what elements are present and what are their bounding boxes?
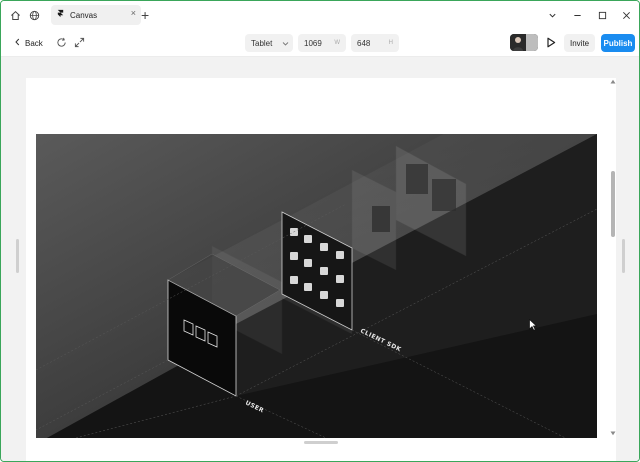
close-window-button[interactable] [617,6,635,24]
tab-canvas[interactable]: Canvas × [51,5,141,25]
back-button[interactable]: Back [9,34,48,52]
tab-list-chevron-icon[interactable] [543,6,561,24]
bottom-resize-handle[interactable] [304,441,338,444]
minimize-button[interactable] [568,6,586,24]
refresh-icon[interactable] [54,35,68,49]
height-value: 648 [357,38,371,48]
collaborator-avatars[interactable] [510,34,538,51]
canvas-page[interactable]: USER CLIENT SDK [26,78,616,461]
avatar [510,34,526,51]
width-value: 1069 [304,38,322,48]
back-label: Back [25,38,43,48]
chevron-down-icon [282,40,289,49]
height-suffix: H [388,40,393,46]
right-resize-handle[interactable] [622,239,625,273]
width-suffix: W [334,40,340,46]
globe-icon[interactable] [25,6,43,24]
title-bar: Canvas × + [1,1,639,29]
tab-label: Canvas [70,10,98,20]
avatar [526,34,538,51]
device-select-value: Tablet [251,38,273,48]
canvas-area[interactable]: USER CLIENT SDK [1,57,639,461]
invite-button[interactable]: Invite [564,34,596,52]
tab-close-button[interactable]: × [131,8,136,18]
scroll-up-icon[interactable] [609,79,617,86]
figma-logo-icon [56,9,65,21]
scroll-thumb[interactable] [611,171,615,237]
vertical-scrollbar[interactable] [609,79,617,439]
app-window: Canvas × + Back Tablet 1069 W 648 H Invi… [0,0,640,462]
home-icon[interactable] [6,6,24,24]
maximize-button[interactable] [593,6,611,24]
editor-toolbar: Back Tablet 1069 W 648 H Invite Publish [1,29,639,57]
chevron-left-icon [14,38,21,48]
new-tab-button[interactable]: + [141,6,149,24]
left-resize-handle[interactable] [16,239,19,273]
height-field[interactable]: 648 H [351,34,399,52]
isometric-illustration: USER CLIENT SDK [36,134,597,438]
scroll-down-icon[interactable] [609,431,617,438]
width-field[interactable]: 1069 W [298,34,346,52]
publish-button[interactable]: Publish [601,34,635,52]
expand-icon[interactable] [72,35,86,49]
mouse-cursor-icon [529,318,538,334]
preview-play-icon[interactable] [544,35,558,49]
device-select[interactable]: Tablet [245,34,293,52]
